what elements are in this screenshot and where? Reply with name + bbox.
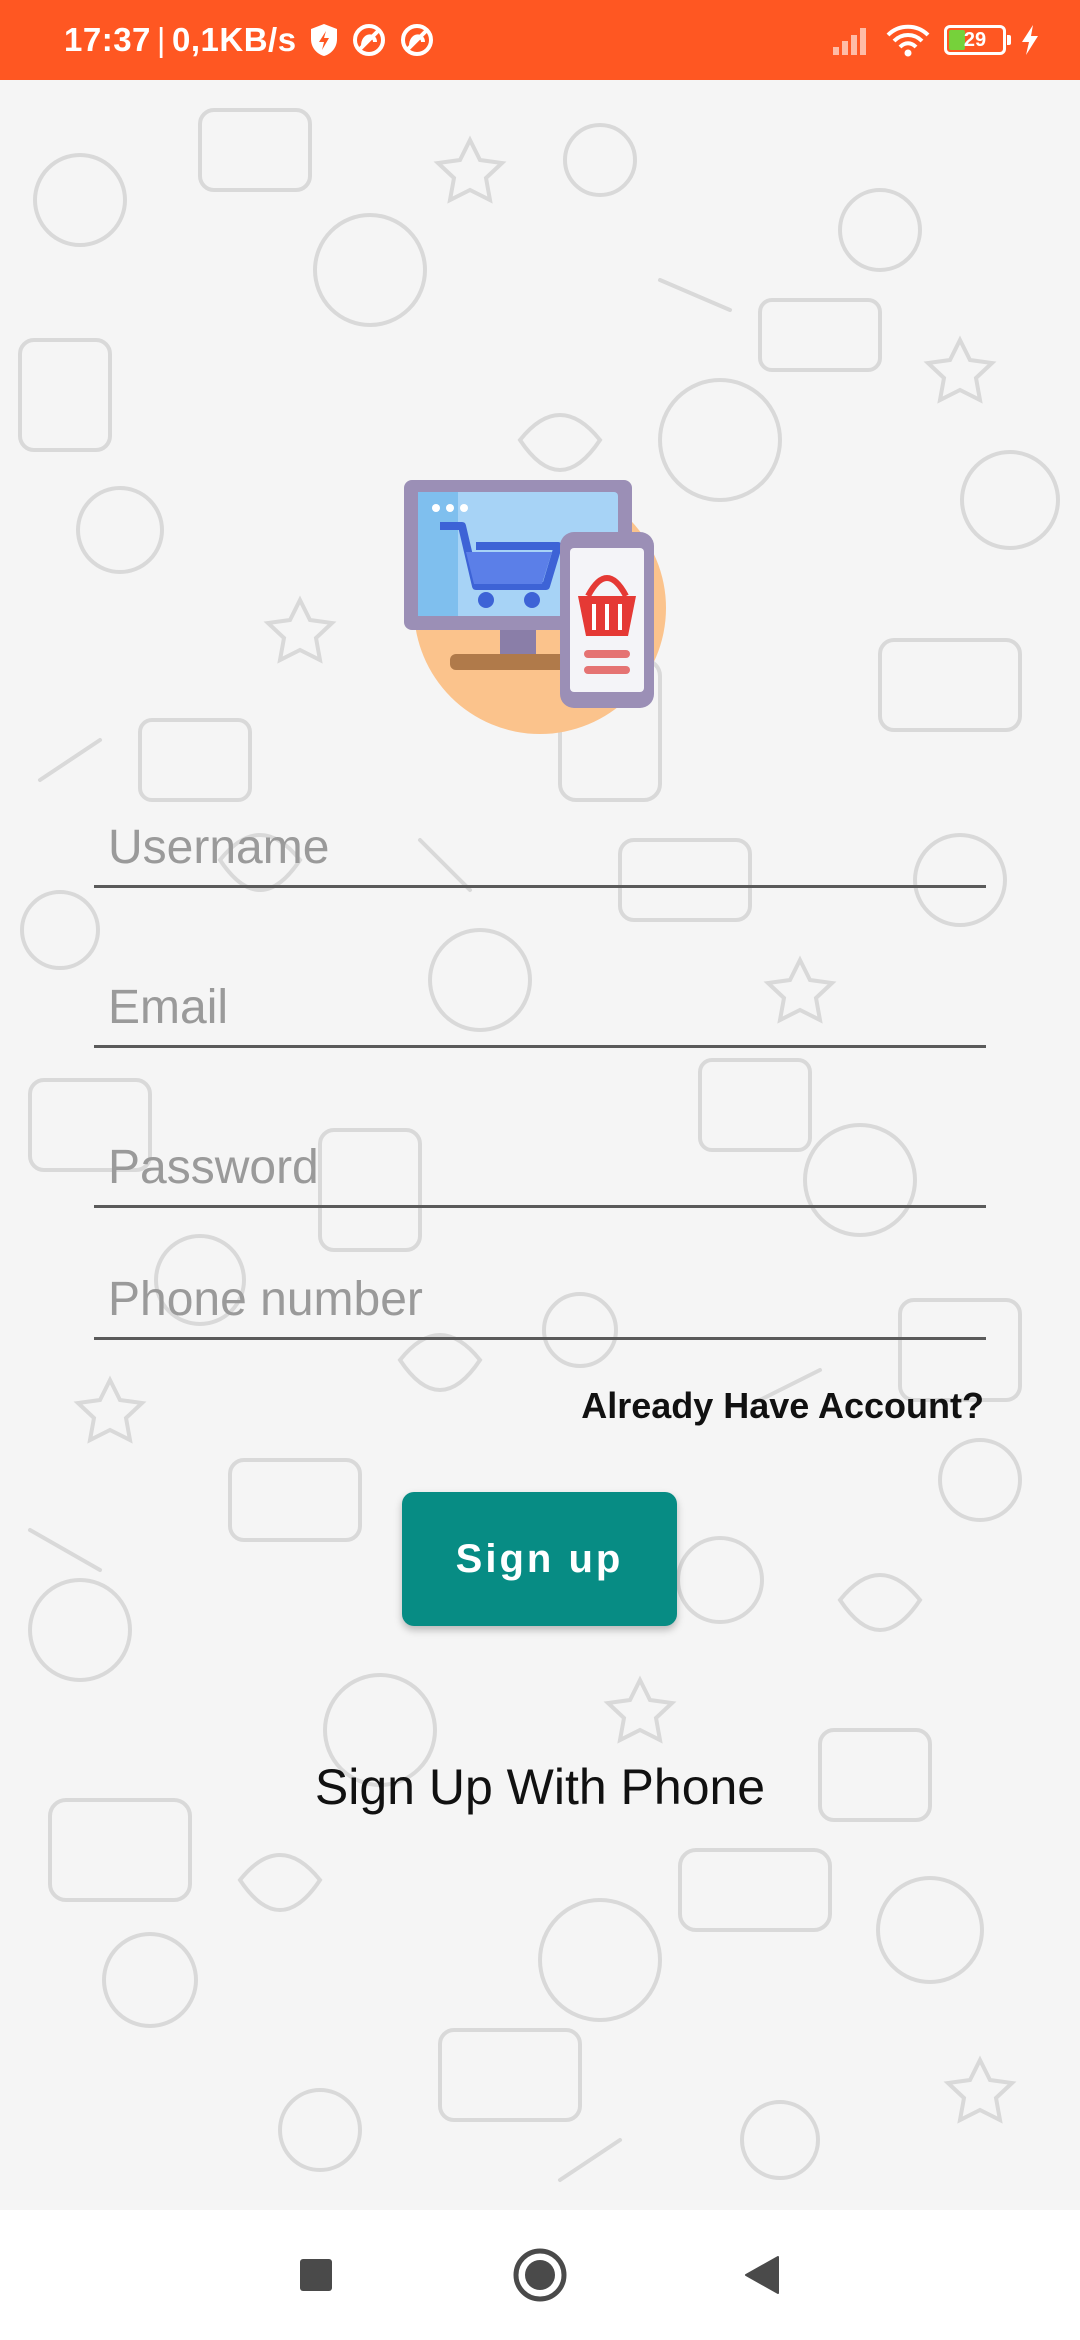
- blocked-notification-icon: [352, 24, 385, 56]
- password-input[interactable]: [94, 1140, 986, 1205]
- signal-icon: [833, 28, 866, 55]
- battery-level: 29: [963, 28, 987, 51]
- wifi-icon: [886, 24, 930, 57]
- shop-logo-icon: [404, 480, 666, 734]
- home-button[interactable]: [480, 2210, 600, 2340]
- recents-button[interactable]: [256, 2210, 376, 2340]
- triangle-back-icon: [745, 2256, 779, 2294]
- battery-icon: 29: [944, 25, 1011, 55]
- email-field[interactable]: [94, 980, 986, 1048]
- shield-icon: [310, 24, 337, 56]
- username-field[interactable]: [94, 820, 986, 888]
- already-have-account-link[interactable]: Already Have Account?: [581, 1385, 984, 1427]
- phone-field[interactable]: [94, 1272, 986, 1340]
- charging-icon: [1022, 25, 1038, 55]
- password-field[interactable]: [94, 1140, 986, 1208]
- email-input[interactable]: [94, 980, 986, 1045]
- status-bar: 17:37 | 0,1KB/s 29: [0, 0, 1080, 80]
- blocked-notification-icon-2: [400, 24, 433, 56]
- username-input[interactable]: [94, 820, 986, 885]
- network-speed: 0,1KB/s: [171, 21, 297, 58]
- circle-icon: [513, 2248, 567, 2302]
- phone-input[interactable]: [94, 1272, 986, 1337]
- battery-fill: [949, 30, 966, 50]
- sign-up-with-phone-link[interactable]: Sign Up With Phone: [0, 1758, 1080, 1816]
- status-left: 17:37 | 0,1KB/s: [64, 21, 435, 59]
- back-button[interactable]: [702, 2210, 822, 2340]
- status-separator: |: [156, 21, 166, 58]
- navigation-bar: [0, 2210, 1080, 2340]
- sign-up-button[interactable]: Sign up: [402, 1492, 677, 1626]
- square-icon: [300, 2259, 332, 2291]
- status-right: 29: [832, 23, 1040, 57]
- status-time: 17:37: [64, 21, 151, 58]
